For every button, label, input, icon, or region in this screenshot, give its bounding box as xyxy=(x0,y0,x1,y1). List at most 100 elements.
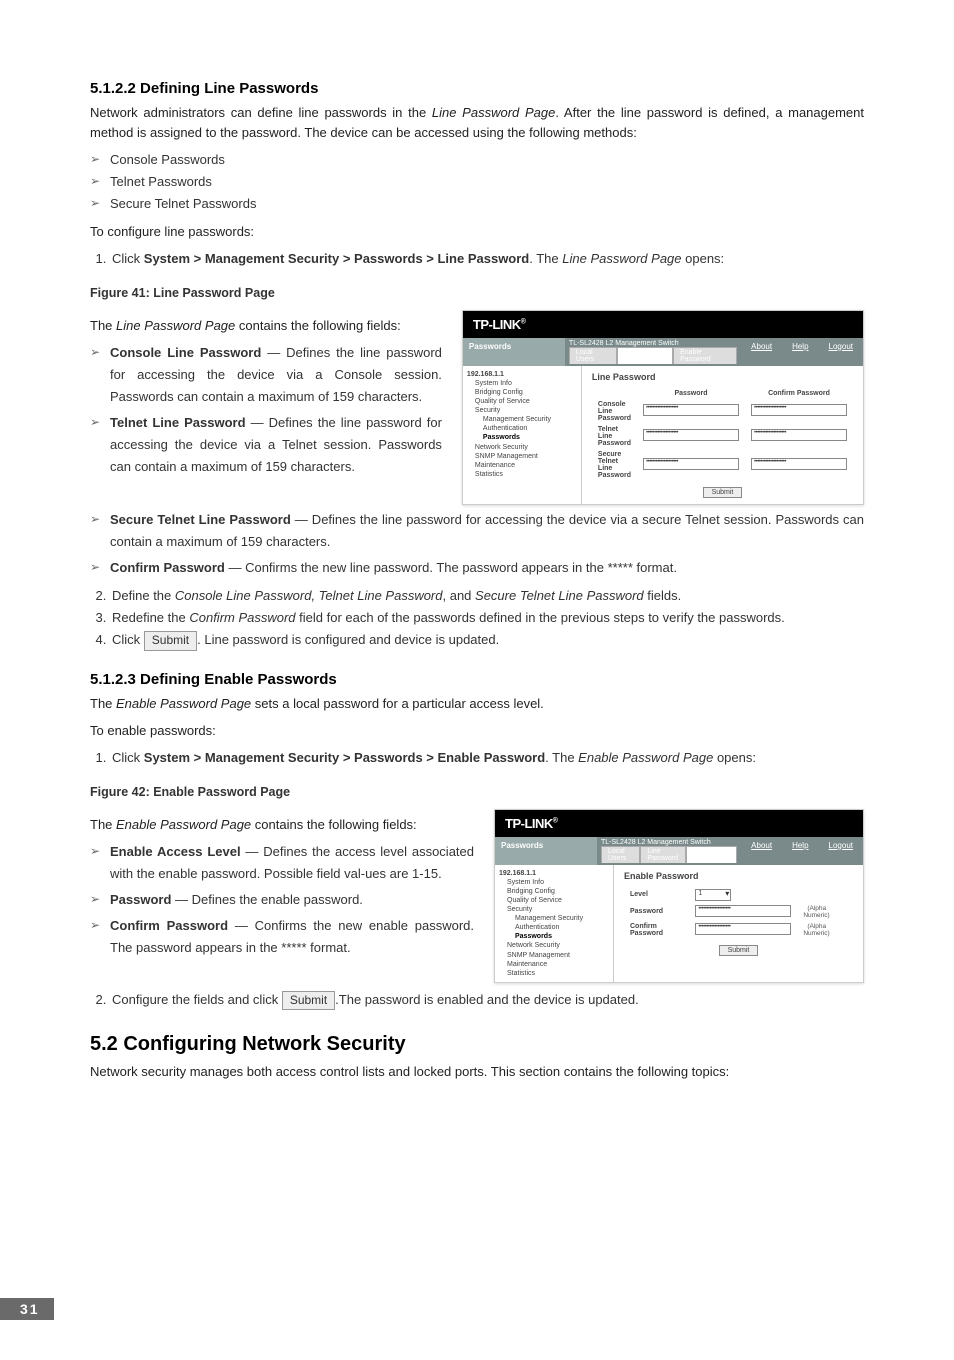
field-confirm-line: Confirm Password — Confirms the new line… xyxy=(90,557,864,579)
intro-5-2: Network security manages both access con… xyxy=(90,1062,864,1082)
thumb41-help-link[interactable]: Help xyxy=(792,342,808,362)
thumb42-about-link[interactable]: About xyxy=(751,841,772,861)
heading-5-1-2-2: 5.1.2.2 Defining Line Passwords xyxy=(90,80,864,97)
thumb42-nav-tree[interactable]: 192.168.1.1 System Info Bridging Config … xyxy=(495,865,614,982)
field-confirm-line-desc: — Confirms the new line password. The pa… xyxy=(225,560,677,575)
line-step-3: Redefine the Confirm Password field for … xyxy=(110,607,864,629)
intro-5-1-2-3: The Enable Password Page sets a local pa… xyxy=(90,694,864,714)
line-step1-post: . The Line Password Page opens: xyxy=(529,251,724,266)
thumb41-tree-system[interactable]: System Info xyxy=(467,379,577,388)
thumb42-pw-input[interactable]: •••••••••••••••••••• xyxy=(695,905,791,917)
thumb41-console-pw[interactable]: •••••••••••••••••••• xyxy=(643,404,739,416)
thumb42-brand: TP-LINK® xyxy=(495,810,863,837)
thumb42-tree-security[interactable]: Security xyxy=(499,905,609,914)
field-confirm-enable: Confirm Password — Confirms the new enab… xyxy=(90,915,474,959)
thumb41-row-console: Console Line Password xyxy=(592,399,637,424)
method-secure-telnet: Secure Telnet Passwords xyxy=(90,193,864,215)
thumb42-help-link[interactable]: Help xyxy=(792,841,808,861)
figure-41-caption: Figure 41: Line Password Page xyxy=(90,286,864,300)
enable-step1-pre: Click xyxy=(112,750,144,765)
thumb41-telnet-confirm[interactable]: •••••••••••••••••••• xyxy=(751,429,847,441)
thumb42-tree-passwords[interactable]: Passwords xyxy=(499,932,609,941)
thumb41-console-confirm[interactable]: •••••••••••••••••••• xyxy=(751,404,847,416)
thumb42-tree-net[interactable]: Network Security xyxy=(499,941,609,950)
figure-42-caption: Figure 42: Enable Password Page xyxy=(90,785,864,799)
thumb42-tree-stats[interactable]: Statistics xyxy=(499,969,609,978)
thumb41-tab-local[interactable]: Local Users xyxy=(569,347,617,364)
thumb41-secure-confirm[interactable]: •••••••••••••••••••• xyxy=(751,458,847,470)
thumb41-col-confirm: Confirm Password xyxy=(745,388,853,399)
heading-5-1-2-3: 5.1.2.3 Defining Enable Passwords xyxy=(90,671,864,688)
thumb41-about-link[interactable]: About xyxy=(751,342,772,362)
line-step1-path: System > Management Security > Passwords… xyxy=(144,251,529,266)
thumb41-tree-passwords[interactable]: Passwords xyxy=(467,433,577,442)
intro-5-1-2-2: Network administrators can define line p… xyxy=(90,103,864,143)
field-level-label: Enable Access Level xyxy=(110,844,241,859)
thumb42-content-title: Enable Password xyxy=(624,871,853,881)
thumb42-tab-local[interactable]: Local Users xyxy=(601,846,640,863)
thumb42-submit[interactable]: Submit xyxy=(719,945,759,956)
thumb42-tree-maint[interactable]: Maintenance xyxy=(499,960,609,969)
thumb42-form: Level 1 Password •••••••••••••••••••• (A… xyxy=(624,887,853,939)
thumb41-tree-snmp[interactable]: SNMP Management xyxy=(467,452,577,461)
field-confirm-enable-label: Confirm Password xyxy=(110,918,228,933)
enable-step1-path: System > Management Security > Passwords… xyxy=(144,750,545,765)
thumb41-tree-net[interactable]: Network Security xyxy=(467,443,577,452)
thumb41-row-telnet: Telnet Line Password xyxy=(592,424,637,449)
thumb41-tree-qos[interactable]: Quality of Service xyxy=(467,397,577,406)
submit-button-inline-2[interactable]: Submit xyxy=(282,991,335,1011)
figure-42-thumbnail: TP-LINK® Passwords TL-SL2428 L2 Manageme… xyxy=(494,809,864,983)
thumb42-tree-qos[interactable]: Quality of Service xyxy=(499,896,609,905)
thumb42-logout-link[interactable]: Logout xyxy=(829,841,853,861)
thumb41-banner: TL-SL2428 L2 Management Switch xyxy=(569,340,737,347)
field-password: Password — Defines the enable password. xyxy=(90,889,474,911)
submit-button-inline-1[interactable]: Submit xyxy=(144,631,197,651)
thumb42-confirm-input[interactable]: •••••••••••••••••••• xyxy=(695,923,791,935)
thumb42-panel-title: Passwords xyxy=(495,837,597,865)
line-step-2: Define the Console Line Password, Telnet… xyxy=(110,585,864,607)
thumb41-panel-title: Passwords xyxy=(463,338,565,366)
thumb41-tree-mgmt[interactable]: Management Security xyxy=(467,415,577,424)
methods-list: Console Passwords Telnet Passwords Secur… xyxy=(90,149,864,215)
method-console: Console Passwords xyxy=(90,149,864,171)
thumb41-brand: TP-LINK® xyxy=(463,311,863,338)
thumb42-tab-line[interactable]: Line Password xyxy=(640,846,685,863)
thumb42-tree-mgmt[interactable]: Management Security xyxy=(499,914,609,923)
thumb41-logout-link[interactable]: Logout xyxy=(829,342,853,362)
thumb42-tab-enable[interactable]: Enable Password xyxy=(686,846,737,863)
thumb42-tree-system[interactable]: System Info xyxy=(499,878,609,887)
enable-step-1: Click System > Management Security > Pas… xyxy=(110,747,864,769)
line-step-4: Click Submit. Line password is configure… xyxy=(110,629,864,651)
thumb41-form: Password Confirm Password Console Line P… xyxy=(592,388,853,481)
thumb41-tree-stats[interactable]: Statistics xyxy=(467,470,577,479)
thumb42-confirm-hint: (Alpha Numeric) xyxy=(803,923,829,937)
to-enable: To enable passwords: xyxy=(90,721,864,741)
thumb41-secure-pw[interactable]: •••••••••••••••••••• xyxy=(643,458,739,470)
field-pw-desc: — Defines the enable password. xyxy=(171,892,363,907)
thumb42-pw-hint: (Alpha Numeric) xyxy=(803,905,829,919)
field-telnet: Telnet Line Password — Defines the line … xyxy=(90,412,442,478)
thumb42-tree-auth[interactable]: Authentication xyxy=(499,923,609,932)
thumb41-row-secure: Secure Telnet Line Password xyxy=(592,449,637,481)
thumb41-telnet-pw[interactable]: •••••••••••••••••••• xyxy=(643,429,739,441)
enable-steps-1: Click System > Management Security > Pas… xyxy=(90,747,864,769)
thumb41-tree-root[interactable]: 192.168.1.1 xyxy=(467,370,577,379)
thumb42-level-select[interactable]: 1 xyxy=(695,889,731,901)
thumb41-nav-tree[interactable]: 192.168.1.1 System Info Bridging Config … xyxy=(463,366,582,504)
thumb41-tree-maint[interactable]: Maintenance xyxy=(467,461,577,470)
thumb41-tree-auth[interactable]: Authentication xyxy=(467,424,577,433)
thumb41-tab-enable[interactable]: Enable Password xyxy=(673,347,737,364)
figure-41-thumbnail: TP-LINK® Passwords TL-SL2428 L2 Manageme… xyxy=(462,310,864,505)
thumb41-tab-line[interactable]: Line Password xyxy=(617,347,673,364)
thumb41-submit[interactable]: Submit xyxy=(703,487,743,498)
method-telnet: Telnet Passwords xyxy=(90,171,864,193)
thumb41-tree-security[interactable]: Security xyxy=(467,406,577,415)
thumb41-content-title: Line Password xyxy=(592,372,853,382)
thumb42-tree-bridging[interactable]: Bridging Config xyxy=(499,887,609,896)
field-confirm-line-label: Confirm Password xyxy=(110,560,225,575)
thumb42-tree-snmp[interactable]: SNMP Management xyxy=(499,951,609,960)
line-steps-2: Define the Console Line Password, Telnet… xyxy=(90,585,864,651)
field-level: Enable Access Level — Defines the access… xyxy=(90,841,474,885)
thumb42-tree-root[interactable]: 192.168.1.1 xyxy=(499,869,609,878)
thumb41-tree-bridging[interactable]: Bridging Config xyxy=(467,388,577,397)
